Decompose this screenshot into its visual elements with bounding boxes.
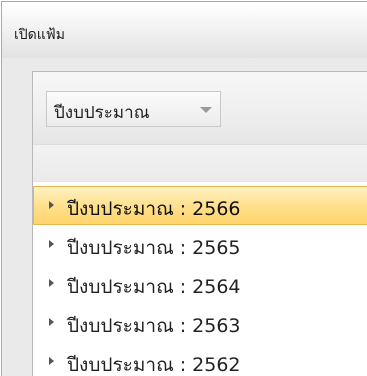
chevron-down-icon[interactable]: [200, 107, 212, 113]
content-panel: ปีงบประมาณ ปีงบประมาณ : 2566 ปีงบประมาณ …: [32, 71, 367, 376]
fiscal-year-tree: ปีงบประมาณ : 2566 ปีงบประมาณ : 2565 ปีงบ…: [33, 186, 367, 376]
tree-item-label: ปีงบประมาณ : 2564: [67, 276, 241, 298]
tree-item-2565[interactable]: ปีงบประมาณ : 2565: [33, 225, 367, 264]
tree-item-2564[interactable]: ปีงบประมาณ : 2564: [33, 264, 367, 303]
tree-item-2566[interactable]: ปีงบประมาณ : 2566: [33, 186, 367, 225]
fiscal-year-dropdown[interactable]: ปีงบประมาณ: [46, 91, 221, 127]
title-bar: เปิดแฟ้ม: [2, 2, 367, 58]
toolbar: ปีงบประมาณ: [33, 72, 367, 144]
triangle-right-icon[interactable]: [49, 357, 54, 365]
triangle-right-icon[interactable]: [49, 201, 54, 209]
fiscal-year-dropdown-value: ปีงบประมาณ: [54, 103, 150, 123]
tree-item-2562[interactable]: ปีงบประมาณ : 2562: [33, 342, 367, 376]
tree-item-2563[interactable]: ปีงบประมาณ : 2563: [33, 303, 367, 342]
triangle-right-icon[interactable]: [49, 279, 54, 287]
triangle-right-icon[interactable]: [49, 240, 54, 248]
tree-item-label: ปีงบประมาณ : 2563: [67, 315, 241, 337]
tree-item-label: ปีงบประมาณ : 2565: [67, 237, 241, 259]
window-title: เปิดแฟ้ม: [14, 27, 65, 43]
tree-item-label: ปีงบประมาณ : 2566: [67, 198, 241, 220]
open-file-window: เปิดแฟ้ม ปีงบประมาณ ปีงบประมาณ : 2566 ปี…: [1, 1, 367, 376]
tree-item-label: ปีงบประมาณ : 2562: [67, 354, 241, 376]
tree-header-strip: [33, 144, 367, 182]
triangle-right-icon[interactable]: [49, 318, 54, 326]
